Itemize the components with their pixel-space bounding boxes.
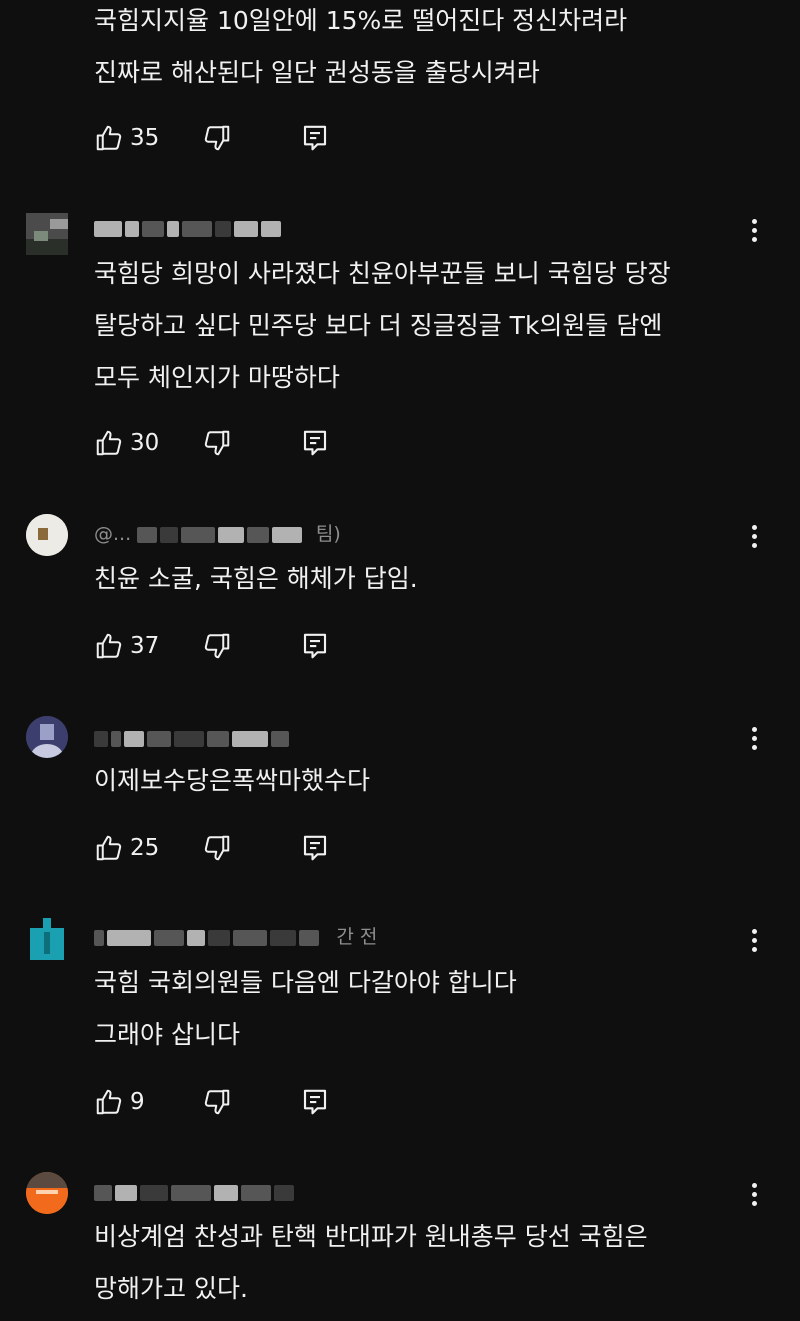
dislike-button[interactable]: [202, 426, 232, 460]
comment-list: 국힘지지율 10일안에 15%로 떨어진다 정신차려라 진짜로 해산된다 일단 …: [0, 0, 800, 1321]
comment-actions: 35: [94, 121, 394, 155]
more-vertical-icon: [751, 1182, 757, 1188]
like-count: 25: [130, 835, 160, 861]
comment-text-line: 친윤 소굴, 국힘은 해체가 답임.: [94, 564, 418, 593]
comment-text: 비상계엄 찬성과 탄핵 반대파가 원내총무 당선 국힘은 망해가고 있다.: [94, 1211, 734, 1315]
thumbs-up-icon: [96, 125, 122, 151]
like-button[interactable]: 30: [94, 426, 159, 460]
comment-menu-button[interactable]: [740, 718, 768, 758]
comment-text-line: 국힘 국회의원들 다음엔 다갈아야 합니다: [94, 968, 517, 997]
comment-text-line: 국힘지지율 10일안에 15%로 떨어진다 정신차려라: [94, 6, 628, 35]
avatar-image: [26, 716, 68, 758]
reply-button[interactable]: [300, 121, 330, 155]
thumbs-down-icon: [204, 430, 230, 456]
reply-button[interactable]: [300, 1085, 330, 1119]
reply-icon: [303, 430, 327, 456]
more-vertical-icon: [751, 726, 757, 732]
like-button[interactable]: 9: [94, 1085, 145, 1119]
thumbs-up-icon: [96, 835, 122, 861]
reply-icon: [303, 633, 327, 659]
comment-menu-button[interactable]: [740, 516, 768, 556]
comment-author[interactable]: [94, 214, 694, 240]
comment-author[interactable]: 간 전: [94, 923, 694, 949]
thumbs-up-icon: [96, 1089, 122, 1115]
avatar-image: [26, 213, 68, 255]
reply-icon: [303, 125, 327, 151]
comment-menu-button[interactable]: [740, 1174, 768, 1214]
comment-text-line: 그래야 삽니다: [94, 1020, 240, 1049]
avatar-image: [26, 918, 68, 960]
comment-author[interactable]: @... 팀): [94, 520, 694, 546]
dislike-button[interactable]: [202, 1085, 232, 1119]
dislike-button[interactable]: [202, 831, 232, 865]
comment-actions: 37: [94, 629, 394, 663]
avatar-image: [26, 514, 68, 556]
like-button[interactable]: 25: [94, 831, 159, 865]
comment-text-line: 이제보수당은폭싹마했수다: [94, 766, 371, 795]
comment-text: 친윤 소굴, 국힘은 해체가 답임.: [94, 553, 734, 605]
comment-timestamp: 간 전: [336, 926, 378, 948]
more-vertical-icon: [751, 928, 757, 934]
comment-text: 국힘당 희망이 사라졌다 친윤아부꾼들 보니 국힘당 당장 탈당하고 싶다 민주…: [94, 248, 734, 404]
thumbs-down-icon: [204, 633, 230, 659]
comment-text: 국힘 국회의원들 다음엔 다갈아야 합니다 그래야 삽니다: [94, 957, 734, 1061]
more-vertical-icon: [751, 524, 757, 530]
comment-text-line: 진짜로 해산된다 일단 권성동을 출당시켜라: [94, 58, 540, 87]
thumbs-up-icon: [96, 430, 122, 456]
thumbs-up-icon: [96, 633, 122, 659]
comment-text-line: 비상계엄 찬성과 탄핵 반대파가 원내총무 당선 국힘은: [94, 1222, 648, 1251]
reply-icon: [303, 1089, 327, 1115]
comment-actions: 25: [94, 831, 394, 865]
comment-text: 이제보수당은폭싹마했수다: [94, 755, 734, 807]
avatar[interactable]: [26, 918, 68, 960]
thumbs-down-icon: [204, 835, 230, 861]
dislike-button[interactable]: [202, 121, 232, 155]
comment-menu-button[interactable]: [740, 210, 768, 250]
avatar[interactable]: [26, 514, 68, 556]
comment-text-line: 모두 체인지가 마땅하다: [94, 363, 340, 392]
reply-button[interactable]: [300, 426, 330, 460]
like-count: 30: [130, 430, 160, 456]
thumbs-down-icon: [204, 1089, 230, 1115]
like-count: 9: [130, 1089, 145, 1115]
comment-menu-button[interactable]: [740, 920, 768, 960]
like-count: 35: [130, 125, 160, 151]
avatar[interactable]: [26, 213, 68, 255]
comment-text-line: 탈당하고 싶다 민주당 보다 더 징글징글 Tk의원들 담엔: [94, 311, 663, 340]
comment-text-line: 망해가고 있다.: [94, 1274, 248, 1303]
comment-author-suffix: 팀): [315, 523, 341, 545]
comment-text: 국힘지지율 10일안에 15%로 떨어진다 정신차려라 진짜로 해산된다 일단 …: [94, 0, 734, 99]
comment-author-name: @...: [94, 523, 132, 545]
reply-icon: [303, 835, 327, 861]
comment-author[interactable]: [94, 724, 694, 750]
reply-button[interactable]: [300, 629, 330, 663]
thumbs-down-icon: [204, 125, 230, 151]
reply-button[interactable]: [300, 831, 330, 865]
avatar-image: [26, 1172, 68, 1214]
dislike-button[interactable]: [202, 629, 232, 663]
like-button[interactable]: 37: [94, 629, 159, 663]
comment-author[interactable]: [94, 1178, 694, 1204]
like-count: 37: [130, 633, 160, 659]
like-button[interactable]: 35: [94, 121, 159, 155]
avatar[interactable]: [26, 716, 68, 758]
comment-actions: 9: [94, 1085, 394, 1119]
comment-text-line: 국힘당 희망이 사라졌다 친윤아부꾼들 보니 국힘당 당장: [94, 259, 671, 288]
comment-actions: 30: [94, 426, 394, 460]
more-vertical-icon: [751, 218, 757, 224]
avatar[interactable]: [26, 1172, 68, 1214]
